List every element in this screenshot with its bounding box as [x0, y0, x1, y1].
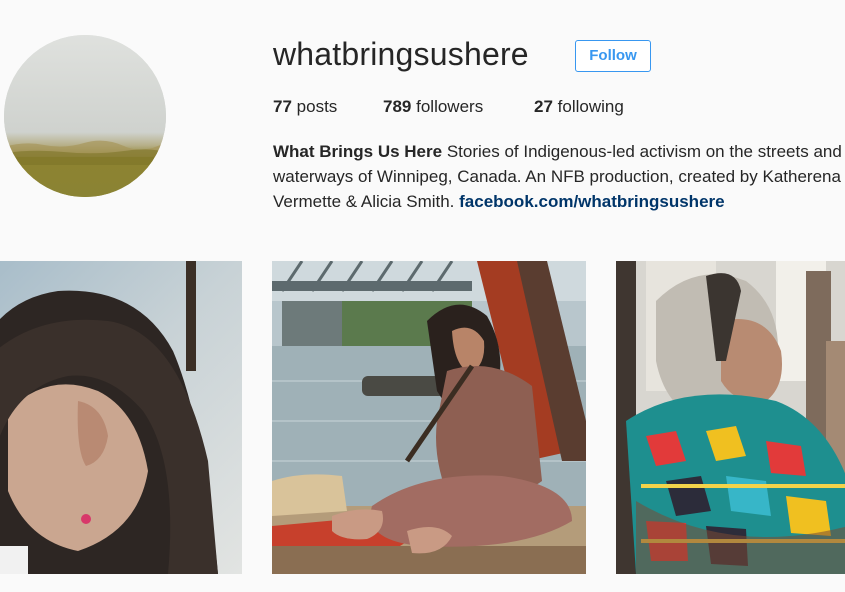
following-stat[interactable]: 27 following	[534, 97, 624, 117]
post-thumbnail[interactable]	[0, 261, 242, 574]
posts-stat: 77 posts	[273, 97, 337, 117]
elder-woman-in-patterned-jacket-photo	[616, 261, 845, 574]
followers-label: followers	[416, 97, 484, 116]
bio-line-3: Vermette & Alicia Smith. facebook.com/wh…	[273, 189, 845, 214]
follow-button[interactable]: Follow	[575, 40, 651, 72]
post-thumbnail[interactable]	[616, 261, 845, 574]
following-label: following	[557, 97, 624, 116]
profile-bio: What Brings Us Here Stories of Indigenou…	[273, 139, 845, 214]
avatar-image	[4, 35, 166, 197]
profile-page: whatbringsushere Follow 77 posts 789 fol…	[0, 0, 845, 592]
post-thumbnail[interactable]	[272, 261, 586, 574]
followers-count: 789	[383, 97, 412, 116]
profile-avatar[interactable]	[4, 35, 166, 197]
followers-stat[interactable]: 789 followers	[383, 97, 483, 117]
bio-text-1: Stories of Indigenous-led activism on th…	[442, 142, 842, 161]
following-count: 27	[534, 97, 553, 116]
bio-name: What Brings Us Here	[273, 142, 443, 161]
bio-line-2: waterways of Winnipeg, Canada. An NFB pr…	[273, 167, 841, 186]
profile-username: whatbringsushere	[273, 36, 529, 72]
posts-label: posts	[296, 97, 338, 116]
woman-back-of-head-photo	[0, 261, 242, 574]
bio-line-1: What Brings Us Here Stories of Indigenou…	[273, 139, 845, 164]
bio-link[interactable]: facebook.com/whatbringsushere	[459, 192, 724, 211]
woman-playing-flute-by-river-photo	[272, 261, 586, 574]
posts-count: 77	[273, 97, 292, 116]
bio-text-3: Vermette & Alicia Smith.	[273, 192, 460, 211]
